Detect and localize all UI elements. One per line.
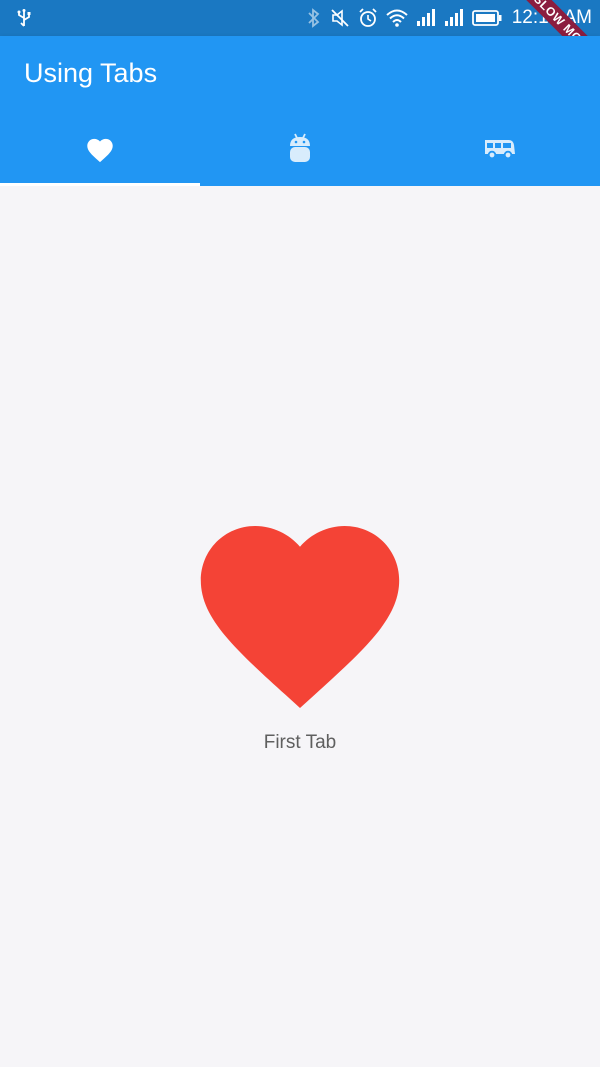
heart-icon: [200, 526, 400, 708]
battery-icon: [471, 10, 502, 26]
bluetooth-icon: [306, 7, 322, 29]
tab-heart[interactable]: [0, 116, 200, 186]
alarm-icon: [358, 8, 378, 28]
wifi-icon: [386, 9, 408, 27]
signal-icon: [444, 9, 464, 27]
tab-bar: [0, 116, 600, 186]
tab-android[interactable]: [200, 116, 400, 186]
tab-bus[interactable]: [400, 116, 600, 186]
heart-icon: [84, 135, 116, 168]
bus-icon: [483, 137, 517, 166]
tab-content: First Tab: [0, 186, 600, 1067]
signal-icon: [416, 9, 436, 27]
status-bar: 12:18 AM SLOW MODE: [0, 0, 600, 81]
android-icon: [288, 132, 312, 171]
usb-icon: [14, 8, 34, 28]
app-bar: Using Tabs: [0, 36, 600, 186]
app-bar-title: Using Tabs: [24, 58, 158, 88]
tab-content-label: First Tab: [263, 732, 337, 753]
mute-icon: [330, 8, 350, 28]
